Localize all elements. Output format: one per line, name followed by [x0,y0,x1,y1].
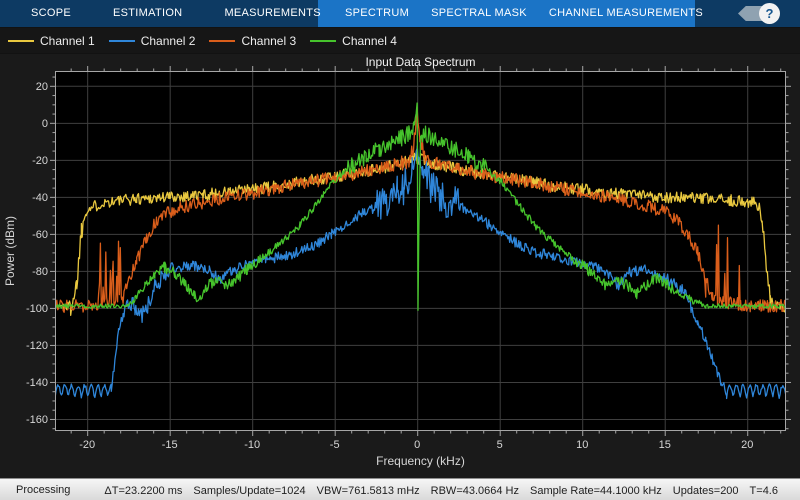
status-item: VBW=761.5813 mHz [316,484,420,497]
x-tick-label: 5 [497,439,503,451]
tab-spectrum[interactable]: SPECTRUM [334,0,420,27]
legend-label: Channel 4 [342,33,397,48]
y-tick-label: -80 [32,266,48,278]
legend-line-swatch [8,39,34,42]
x-tick-label: 0 [414,439,420,451]
tab-scope[interactable]: SCOPE [10,0,92,27]
legend-line-swatch [108,39,135,42]
legend-item-2[interactable]: Channel 2 [108,33,196,48]
y-axis-label: Power (dBm) [3,216,17,286]
legend-line-swatch [310,39,337,42]
y-tick-label: -60 [32,229,48,241]
help-icon[interactable]: ? [759,3,780,24]
y-tick-label: 20 [36,81,48,93]
y-tick-label: -140 [26,377,48,389]
status-bar: Processing ΔT=23.2200 ms Samples/Update=1… [0,478,800,500]
status-item: ΔT=23.2200 ms [104,484,183,497]
status-metrics: ΔT=23.2200 ms Samples/Update=1024 VBW=761.… [104,481,789,499]
status-mode: Processing [16,483,71,496]
help-control[interactable]: ? [736,3,782,24]
y-tick-label: -40 [32,192,48,204]
legend-label: Channel 2 [140,33,196,48]
y-tick-label: -100 [26,303,48,315]
spectrum-plot: -20 -15 -10 -5 0 5 10 15 20 20 0 -20 -40 -60 -80 -100 -1… [3,66,791,468]
x-tick-label: -10 [244,439,260,451]
y-tick-label: -20 [32,155,48,167]
status-item: Samples/Update=1024 [193,484,306,497]
y-tick-label: -160 [26,414,48,426]
legend: Channel 1 Channel 2 Channel 3 Channel 4 [0,28,800,53]
y-tick-label: -120 [26,340,48,352]
status-item: T=4.6 [749,484,778,497]
toolstrip-spectrum-tabs: SPECTRUM SPECTRAL MASK CHANNEL MEASUREMENT… [318,0,714,27]
x-tick-label: 15 [659,439,671,451]
tab-estimation[interactable]: ESTIMATION [92,0,203,27]
y-tick-label: 0 [42,118,48,130]
x-tick-label: -5 [330,439,340,451]
tab-spectral-mask[interactable]: SPECTRAL MASK [420,0,538,27]
legend-item-4[interactable]: Channel 4 [310,34,397,48]
status-item: Sample Rate=44.1000 kHz [530,484,662,497]
x-tick-label: -15 [162,439,178,451]
toolstrip-main-tabs: SCOPE ESTIMATION MEASUREMENTS [10,0,342,27]
x-tick-label: 20 [741,439,753,451]
status-item: RBW=43.0664 Hz [430,484,520,497]
x-tick-label: -20 [79,439,95,451]
legend-line-swatch [209,39,236,42]
tab-channel-measurements[interactable]: CHANNEL MEASUREMENTS [538,0,714,27]
legend-label: Channel 1 [40,33,95,48]
x-axis-label: Frequency (kHz) [376,454,465,468]
legend-item-3[interactable]: Channel 3 [209,34,296,48]
spectrum-analyzer-window: SCOPE ESTIMATION MEASUREMENTS SPECTRUM SPEC… [0,0,800,500]
status-item: Updates=200 [672,484,739,497]
plot-background [55,71,786,431]
legend-item-1[interactable]: Channel 1 [8,34,95,48]
toolstrip: SCOPE ESTIMATION MEASUREMENTS SPECTRUM SPEC… [0,0,800,27]
x-tick-label: 10 [576,439,588,451]
help-label: ? [765,6,774,21]
legend-label: Channel 3 [241,33,297,48]
spectrum-figure: Input Data Spectrum -20 -15 -10 -5 0 5 10 15 20 2… [0,54,800,478]
